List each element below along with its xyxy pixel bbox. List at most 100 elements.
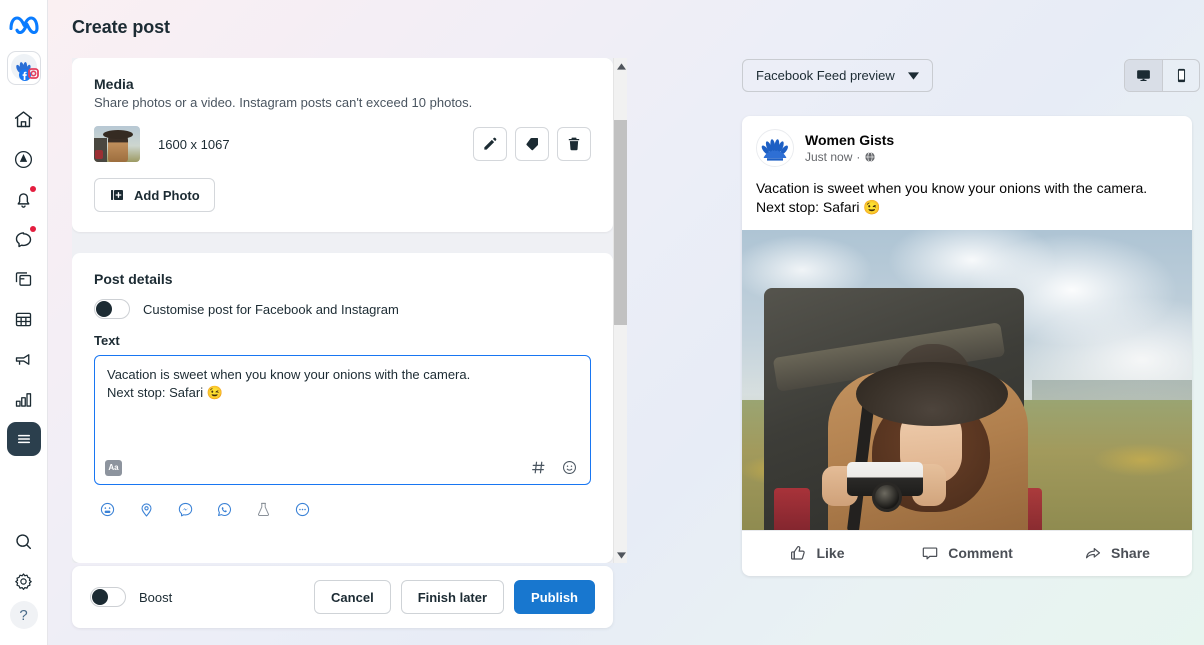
post-text-line-1: Vacation is sweet when you know your oni… [107,367,471,382]
media-section-title: Media [94,76,134,92]
ab-test-icon[interactable] [255,501,272,518]
page-title: Create post [72,17,170,37]
add-photo-button[interactable]: Add Photo [94,178,215,212]
like-button[interactable]: Like [742,531,892,576]
globe-privacy-icon [865,152,876,163]
mobile-icon [1177,68,1185,83]
font-style-button[interactable]: Aa [105,459,122,476]
boost-toggle[interactable] [90,587,126,607]
desktop-icon [1137,70,1150,82]
whatsapp-icon[interactable] [216,501,233,518]
customise-post-label: Customise post for Facebook and Instagra… [143,301,399,317]
post-details-card: Post details Customise post for Facebook… [72,253,613,563]
post-body-line-2: Next stop: Safari 😉 [756,198,881,215]
edit-media-button[interactable] [473,127,507,161]
preview-type-select[interactable]: Facebook Feed preview [742,59,933,92]
scrollbar-thumb[interactable] [614,120,627,325]
post-photo[interactable] [742,229,1192,530]
sidebar-item-content[interactable] [3,259,45,299]
text-editor-toolbar: Aa [105,459,578,476]
post-header: Women Gists Just now · [742,116,1192,167]
post-text-input[interactable]: Vacation is sweet when you know your oni… [94,355,591,485]
comment-bubble-icon [922,547,938,560]
media-section-subtitle: Share photos or a video. Instagram posts… [94,95,473,110]
comment-button[interactable]: Comment [892,531,1042,576]
women-gists-logo [757,130,793,166]
avatar[interactable] [756,129,794,167]
add-photo-label: Add Photo [134,187,200,203]
messenger-icon[interactable] [177,501,194,518]
sidebar-item-search[interactable] [3,521,45,561]
emoji-button[interactable] [561,459,578,476]
text-field-label: Text [94,333,120,348]
post-timestamp-row: Just now · [805,150,894,164]
account-switcher[interactable] [6,51,41,85]
media-thumbnail[interactable] [94,126,140,162]
sidebar-item-settings[interactable] [3,561,45,601]
composer-scrollbar[interactable] [613,58,627,563]
photo-camera-lens [872,481,902,512]
customise-post-row: Customise post for Facebook and Instagra… [94,299,591,319]
all-tools-active-pill [6,422,41,456]
attachment-icons-row [94,501,591,518]
sidebar-item-explore[interactable] [3,139,45,179]
composer-footer-bar: Boost Cancel Finish later Publish [72,566,613,628]
share-arrow-icon [1085,548,1101,559]
media-actions [473,127,591,161]
notifications-badge [29,186,36,192]
facebook-post-preview: Women Gists Just now · Vacation is sweet… [742,116,1192,576]
feeling-activity-icon[interactable] [99,501,116,518]
post-actions: Like Comment Share [742,529,1192,576]
scroll-down-arrow[interactable] [614,547,627,563]
share-label: Share [1111,545,1150,562]
media-item-row: 1600 x 1067 [94,126,591,162]
composer-scroll-region: Media Share photos or a video. Instagram… [72,58,627,563]
sidebar-item-ads[interactable] [3,339,45,379]
sidebar-item-notifications[interactable] [3,179,45,219]
left-nav-rail: ? [0,0,48,645]
messages-badge [29,226,36,232]
footer-buttons: Cancel Finish later Publish [314,580,595,614]
more-options-icon[interactable] [294,501,311,518]
media-card: Media Share photos or a video. Instagram… [72,58,613,232]
preview-type-label: Facebook Feed preview [756,68,895,83]
location-icon[interactable] [138,501,155,518]
post-text-line-2: Next stop: Safari 😉 [107,385,223,401]
media-dimensions: 1600 x 1067 [158,136,230,152]
meta-logo[interactable] [8,14,39,39]
boost-label: Boost [139,589,173,605]
post-body: Vacation is sweet when you know your oni… [742,167,1192,230]
editor-right-tools [530,459,578,476]
post-author-name[interactable]: Women Gists [805,132,894,149]
tag-icon [526,138,538,151]
customise-post-toggle[interactable] [94,299,130,319]
thumbs-up-icon [791,546,806,560]
sidebar-item-insights[interactable] [3,379,45,419]
cancel-button[interactable]: Cancel [314,580,391,614]
post-details-title: Post details [94,271,173,287]
sidebar-item-all-tools[interactable] [3,419,45,459]
thumbnail-art [94,126,140,162]
add-photo-icon [111,190,123,200]
post-meta: Women Gists Just now · [805,132,894,165]
pencil-icon [484,137,497,150]
finish-later-button[interactable]: Finish later [400,580,505,614]
desktop-preview-button[interactable] [1125,60,1162,91]
post-body-line-1: Vacation is sweet when you know your oni… [756,180,1148,196]
sidebar-item-messages[interactable] [3,219,45,259]
tag-media-button[interactable] [515,127,549,161]
trash-icon [568,137,580,151]
sidebar-item-home[interactable] [3,99,45,139]
hashtag-button[interactable] [530,459,547,476]
scroll-up-arrow[interactable] [614,58,627,74]
publish-button[interactable]: Publish [514,580,595,614]
sidebar-item-planner[interactable] [3,299,45,339]
sidebar-item-help[interactable]: ? [9,601,38,629]
comment-label: Comment [948,545,1013,562]
share-button[interactable]: Share [1042,531,1192,576]
like-label: Like [816,545,845,562]
delete-media-button[interactable] [557,127,591,161]
device-preview-toggle [1124,59,1200,92]
post-timestamp: Just now [805,150,853,165]
mobile-preview-button[interactable] [1162,60,1199,91]
